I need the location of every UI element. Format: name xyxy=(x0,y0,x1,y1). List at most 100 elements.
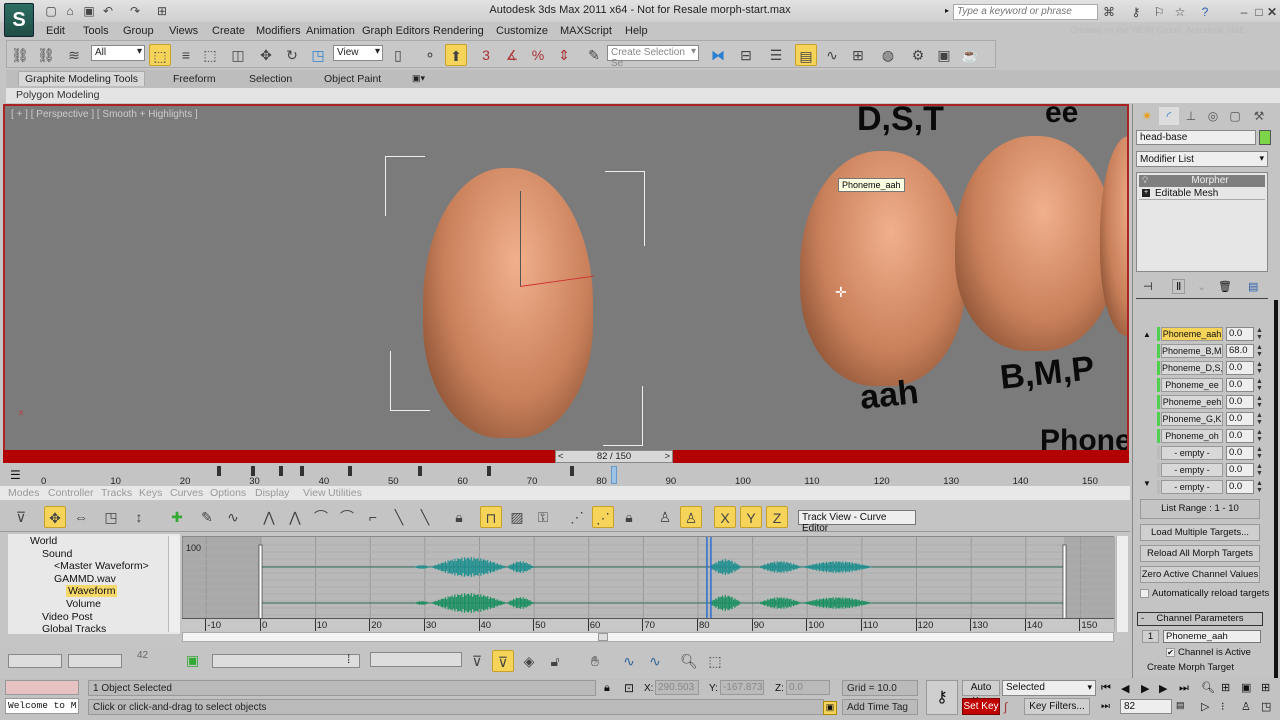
parameter-curve-oor-icon[interactable]: ▨ xyxy=(506,506,528,528)
tangent-linear-icon[interactable]: ╲ xyxy=(388,506,410,528)
channel-spinner[interactable]: ▲ ▼ xyxy=(1256,327,1264,341)
animation-key[interactable] xyxy=(348,466,353,476)
auto-key-button[interactable]: Auto Key xyxy=(962,680,1000,707)
spinner-snap-icon[interactable]: ⇕ xyxy=(553,44,575,66)
keyboard-shortcut-override-icon[interactable]: ⬆ xyxy=(445,44,467,66)
angle-snap-icon[interactable]: ∡ xyxy=(501,44,523,66)
tangent-custom-icon[interactable]: ⋀ xyxy=(284,506,306,528)
previous-frame-icon[interactable]: ◀ xyxy=(1121,682,1129,695)
z-coordinate-field[interactable]: 0.0 xyxy=(786,680,830,695)
time-configuration-icon[interactable]: ▤ xyxy=(1176,700,1185,711)
search-expand-icon[interactable]: ▸ xyxy=(945,6,949,15)
channel-active-checkbox[interactable]: ✔ xyxy=(1166,648,1175,657)
move-icon[interactable]: ✥ xyxy=(255,44,277,66)
menu-tools[interactable]: Tools xyxy=(83,25,109,37)
set-key-big-button[interactable]: ⚷ xyxy=(926,680,958,715)
help-search-input[interactable]: Type a keyword or phrase xyxy=(953,4,1098,20)
select-by-name-icon[interactable]: ≡ xyxy=(175,44,197,66)
next-frame-button[interactable]: > xyxy=(664,451,670,462)
curve-vscrollbar[interactable] xyxy=(1116,536,1128,632)
add-keys-icon[interactable]: ✚ xyxy=(166,506,188,528)
channel-button[interactable]: Phoneme_G,K xyxy=(1161,412,1223,426)
channel-button[interactable]: Phoneme_aah xyxy=(1161,327,1223,341)
channel-spinner[interactable]: ▲ ▼ xyxy=(1256,344,1264,358)
remove-modifier-icon[interactable]: 🗑︎ xyxy=(1218,280,1232,293)
maxscript-mini-listener[interactable]: Welcome to M xyxy=(5,698,79,714)
show-all-tangents-icon[interactable]: ⋰ xyxy=(566,506,588,528)
prev-frame-button[interactable]: < xyxy=(558,451,564,462)
animation-key[interactable] xyxy=(216,466,221,476)
tree-item-gammd-wav[interactable]: GAMMD.wav xyxy=(54,573,116,585)
menu-edit[interactable]: Edit xyxy=(46,25,65,37)
trackview-menu-keys[interactable]: Keys xyxy=(139,487,162,499)
utilities-tab-icon[interactable]: ⚒ xyxy=(1249,107,1269,125)
lock-selection-icon[interactable]: 🔒︎ xyxy=(448,506,470,528)
align-icon[interactable]: ⊟ xyxy=(735,44,757,66)
selection-lock-icon[interactable]: 🔒︎ xyxy=(604,682,610,695)
scale-keys-icon[interactable]: ◳ xyxy=(100,506,122,528)
layer-manager-icon[interactable]: ☰ xyxy=(765,44,787,66)
open-file-icon[interactable]: ⌂ xyxy=(63,4,77,18)
zoom-value-extents-icon[interactable]: ∿ xyxy=(644,650,666,672)
bind-spacewarp-icon[interactable]: ≋ xyxy=(63,44,85,66)
ribbon-options-icon[interactable]: ▣▾ xyxy=(412,73,425,84)
menu-group[interactable]: Group xyxy=(123,25,154,37)
key-mode-dropdown[interactable]: Selected ▾ xyxy=(1002,680,1096,696)
window-crossing-icon[interactable]: ◫ xyxy=(227,44,249,66)
snaps-toggle-icon[interactable]: 3 xyxy=(475,44,497,66)
mirror-icon[interactable]: ⧓ xyxy=(707,44,729,66)
channel-value-field[interactable]: 0.0 xyxy=(1226,480,1254,494)
undo-icon[interactable]: ↶ xyxy=(101,4,115,18)
select-object-icon[interactable]: ⬚ xyxy=(149,44,171,66)
selected-key-frame-field[interactable] xyxy=(8,654,62,668)
menu-maxscript[interactable]: MAXScript xyxy=(560,25,612,37)
show-tangents-icon[interactable]: ⋰ xyxy=(592,506,614,528)
tangent-auto-icon[interactable]: ⋀ xyxy=(258,506,280,528)
channel-button[interactable]: Phoneme_eeh xyxy=(1161,395,1223,409)
tab-selection[interactable]: Selection xyxy=(249,73,292,85)
zoom-horizontal-extents-icon[interactable]: ∿ xyxy=(618,650,640,672)
create-tab-icon[interactable]: ✷ xyxy=(1137,107,1157,125)
rendered-frame-window-icon[interactable]: ▣ xyxy=(933,44,955,66)
graphite-toggle-icon[interactable]: ▤ xyxy=(795,44,817,66)
field-of-view-icon[interactable]: ▷ xyxy=(1201,700,1209,713)
curve-time-ruler[interactable]: -10 0 10 20 30 40 50 60 70 80 90 100 110 120 130 140 150 xyxy=(182,618,1114,631)
trackview-menu-controller[interactable]: Controller xyxy=(48,487,94,499)
pan-view-icon[interactable]: ⁝ xyxy=(1221,700,1225,713)
tree-item-world[interactable]: World xyxy=(30,535,57,547)
channel-button[interactable]: Phoneme_B,M,P xyxy=(1161,344,1223,358)
channel-value-field[interactable]: 0.0 xyxy=(1226,361,1254,375)
go-to-end-icon[interactable]: ⏭ xyxy=(1179,682,1189,695)
rectangular-selection-icon[interactable]: ⬚ xyxy=(199,44,221,66)
channel-spinner[interactable]: ▲ ▼ xyxy=(1256,361,1264,375)
selected-key-value-field[interactable] xyxy=(68,654,122,668)
animation-key[interactable] xyxy=(251,466,256,476)
reload-all-morph-targets-button[interactable]: Reload All Morph Targets xyxy=(1140,545,1260,562)
tangent-smooth-icon[interactable]: ╲ xyxy=(414,506,436,528)
channel-spinner[interactable]: ▲ ▼ xyxy=(1256,412,1264,426)
tangent-step-icon[interactable]: ⌐ xyxy=(362,506,384,528)
animation-key[interactable] xyxy=(487,466,492,476)
tab-graphite-modeling-tools[interactable]: Graphite Modeling Tools xyxy=(18,71,146,86)
trackview-name-field[interactable]: Track View - Curve Editor xyxy=(798,510,916,534)
channel-button[interactable]: - empty - xyxy=(1161,446,1223,460)
command-panel-scrollbar[interactable] xyxy=(1274,300,1278,678)
minimize-button[interactable]: – xyxy=(1236,4,1252,20)
show-end-result-icon[interactable]: Ⅱ xyxy=(1172,279,1186,294)
scale-icon[interactable]: ◳ xyxy=(307,44,329,66)
add-time-tag-button[interactable]: Add Time Tag xyxy=(842,699,918,715)
lock-tangents-icon[interactable]: 🔒︎ xyxy=(618,506,640,528)
show-biped-rotation-icon[interactable]: ♙ xyxy=(680,506,702,528)
trackview-menu-utilities[interactable]: Utilities xyxy=(328,487,362,499)
channel-spinner[interactable]: ▲ ▼ xyxy=(1256,480,1264,494)
trackview-menu-options[interactable]: Options xyxy=(210,487,246,499)
channel-name-field[interactable]: Phoneme_aah xyxy=(1163,630,1261,643)
viewport-label[interactable]: [ + ] [ Perspective ] [ Smooth + Highlig… xyxy=(11,109,198,120)
channel-value-field[interactable]: 0.0 xyxy=(1226,429,1254,443)
tree-item-waveform[interactable]: Waveform xyxy=(66,585,118,598)
channel-value-field[interactable]: 0.0 xyxy=(1226,412,1254,426)
time-tag-icon[interactable]: ▣ xyxy=(823,701,837,715)
menu-views[interactable]: Views xyxy=(169,25,198,37)
help-icon[interactable]: ? xyxy=(1197,4,1213,20)
schematic-view-icon[interactable]: ⊞ xyxy=(847,44,869,66)
